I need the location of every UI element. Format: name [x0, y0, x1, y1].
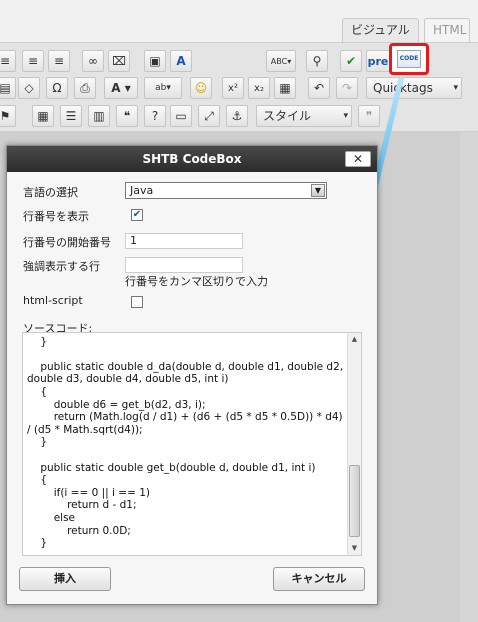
- omega-icon[interactable]: Ω: [46, 77, 68, 99]
- smiley-icon[interactable]: ☺: [190, 77, 212, 99]
- align-center-icon[interactable]: ≡: [22, 50, 44, 72]
- dialog-title: SHTB CodeBox: [7, 146, 377, 172]
- html-script-label: html-script: [23, 294, 83, 307]
- subscript-icon[interactable]: x₂: [248, 77, 270, 99]
- line-numbers-label: 行番号を表示: [23, 210, 89, 223]
- cancel-button[interactable]: キャンセル: [273, 567, 365, 591]
- text-color-icon[interactable]: A: [170, 50, 192, 72]
- fullscreen-icon[interactable]: ⤢: [198, 105, 220, 127]
- close-icon[interactable]: ✕: [345, 151, 371, 167]
- highlight-lines-hint: 行番号をカンマ区切りで入力: [125, 275, 268, 288]
- pin-icon[interactable]: ⚑: [0, 105, 16, 127]
- check-icon[interactable]: ✔: [340, 50, 362, 72]
- scroll-down-icon[interactable]: ▼: [348, 542, 361, 555]
- spellcheck-icon[interactable]: ABC▾: [266, 50, 296, 72]
- tab-html[interactable]: HTML: [424, 18, 470, 42]
- scroll-up-icon[interactable]: ▲: [348, 333, 361, 346]
- language-label: 言語の選択: [23, 186, 78, 199]
- paste-icon[interactable]: ▤: [0, 77, 16, 99]
- tab-visual[interactable]: ビジュアル: [342, 18, 419, 42]
- highlight-color-dropdown[interactable]: ab▾: [144, 77, 182, 99]
- highlight-lines-label: 強調表示する行: [23, 260, 100, 273]
- code-block-icon[interactable]: ▭: [170, 105, 192, 127]
- help-icon[interactable]: ?: [144, 105, 166, 127]
- pre-button[interactable]: pre: [366, 50, 390, 72]
- codebox-dialog: SHTB CodeBox ✕ 言語の選択 Java ▼ 行番号を表示 ✔ 行番号…: [6, 145, 378, 605]
- align-left-icon[interactable]: ≡: [0, 50, 16, 72]
- table-icon[interactable]: ▦: [32, 105, 54, 127]
- chevron-down-icon: ▾: [453, 83, 458, 93]
- scrollbar[interactable]: ▲ ▼: [347, 333, 361, 555]
- unlink-icon[interactable]: ⌧: [108, 50, 130, 72]
- superscript-icon[interactable]: x²: [222, 77, 244, 99]
- code-button[interactable]: CODE: [397, 50, 421, 68]
- insert-image-icon[interactable]: ▣: [144, 50, 166, 72]
- undo-icon[interactable]: ↶: [308, 77, 330, 99]
- start-line-label: 行番号の開始番号: [23, 236, 111, 249]
- language-value: Java: [130, 184, 154, 197]
- scrollbar-thumb[interactable]: [349, 465, 360, 537]
- chevron-down-icon[interactable]: ▼: [311, 184, 325, 197]
- align-right-icon[interactable]: ≡: [48, 50, 70, 72]
- eraser-icon[interactable]: ◇: [18, 77, 40, 99]
- anchor-icon[interactable]: ⚓: [226, 105, 248, 127]
- start-line-input[interactable]: 1: [125, 233, 243, 249]
- line-numbers-checkbox[interactable]: ✔: [131, 209, 143, 221]
- html-script-checkbox[interactable]: [131, 296, 143, 308]
- source-code-textarea[interactable]: return result; } public static double d_…: [22, 332, 362, 556]
- source-code-text: return result; } public static double d_…: [27, 333, 344, 550]
- blockquote-icon[interactable]: ❝: [116, 105, 138, 127]
- font-color-dropdown[interactable]: A ▾: [104, 77, 138, 99]
- print-icon[interactable]: ⎙: [74, 77, 96, 99]
- media-icon[interactable]: ▦: [274, 77, 296, 99]
- link-icon[interactable]: ∞: [82, 50, 104, 72]
- language-select[interactable]: Java ▼: [125, 182, 327, 199]
- insert-table-icon[interactable]: ▥: [88, 105, 110, 127]
- style-label: スタイル: [263, 109, 312, 123]
- insert-button[interactable]: 挿入: [19, 567, 111, 591]
- find-replace-icon[interactable]: ⚲: [306, 50, 328, 72]
- highlight-lines-input[interactable]: [125, 257, 243, 273]
- hr-icon[interactable]: ☰: [60, 105, 82, 127]
